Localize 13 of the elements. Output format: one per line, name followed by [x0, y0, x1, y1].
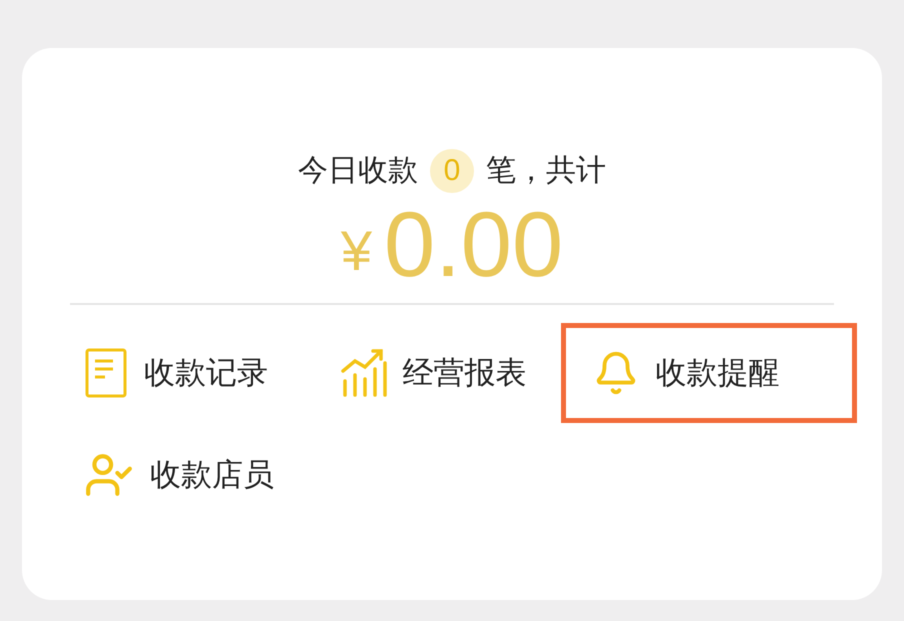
bar-chart-icon — [338, 347, 387, 399]
menu-item[interactable]: 收款提醒 — [561, 323, 858, 423]
menu-item[interactable]: 收款店员 — [52, 425, 348, 525]
amount-value: 0.00 — [384, 199, 564, 291]
document-icon — [84, 347, 128, 399]
currency-symbol: ¥ — [340, 223, 372, 279]
menu-label: 收款提醒 — [655, 354, 780, 392]
count-badge: 0 — [430, 148, 474, 192]
menu-label: 收款记录 — [144, 354, 268, 392]
menu-label: 收款店员 — [150, 456, 274, 494]
summary-label: 今日收款 — [298, 153, 418, 189]
summary-label: 笔，共计 — [486, 153, 606, 189]
menu-label: 经营报表 — [402, 354, 527, 392]
